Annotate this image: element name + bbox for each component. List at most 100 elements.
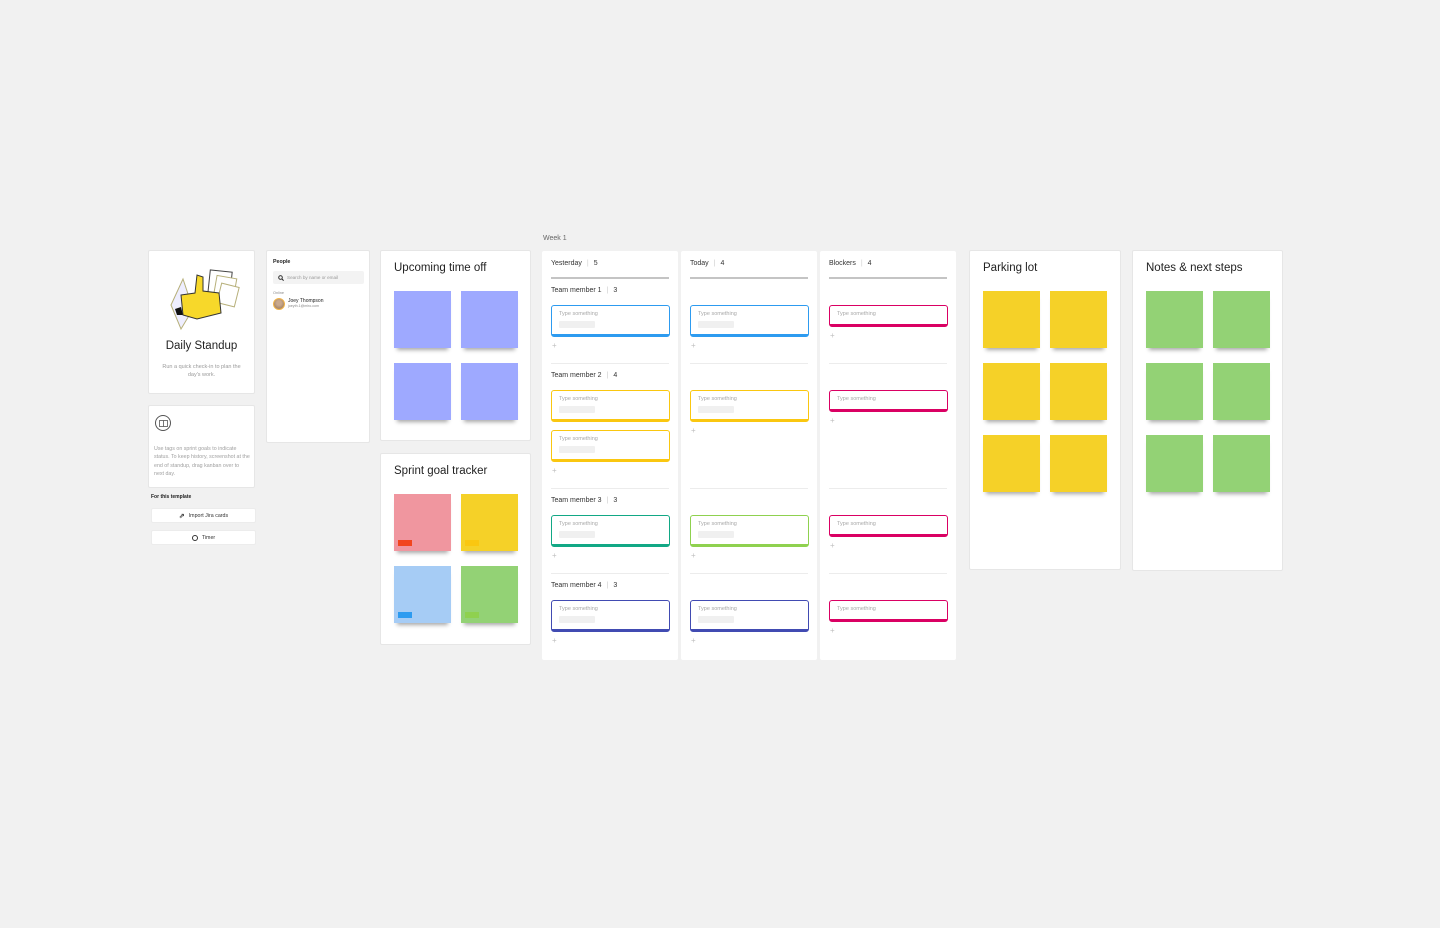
sticky-note[interactable] xyxy=(1146,363,1203,420)
jira-icon: ⇗ xyxy=(178,512,185,520)
column-title: Today xyxy=(690,260,709,267)
add-card-icon[interactable]: + xyxy=(552,466,557,475)
people-search-input[interactable]: Search by name or email xyxy=(273,271,364,284)
add-card-icon[interactable]: + xyxy=(552,551,557,560)
sticky-note[interactable] xyxy=(983,435,1040,492)
card-placeholder: Type something xyxy=(698,606,737,612)
add-card-icon[interactable]: + xyxy=(830,331,835,340)
sticky-note[interactable] xyxy=(1213,363,1270,420)
kanban-column-yesterday: Yesterday | 5 Team member 1 | 3 Type something… xyxy=(542,251,678,660)
kanban-card-input[interactable]: Type something xyxy=(829,305,948,327)
sticky-note[interactable] xyxy=(1146,435,1203,492)
separator: | xyxy=(606,287,609,294)
card-placeholder: Type something xyxy=(559,606,598,612)
card-placeholder: Type something xyxy=(837,521,876,527)
kanban-card-input[interactable]: Type something xyxy=(551,390,670,422)
sticky-note[interactable] xyxy=(461,566,518,623)
sticky-note[interactable] xyxy=(394,363,451,420)
for-this-template-heading: For this template xyxy=(151,494,192,500)
kanban-card-input[interactable]: Type something xyxy=(829,390,948,412)
kanban-card-input[interactable]: Type something xyxy=(690,305,809,337)
kanban-card-input[interactable]: Type something xyxy=(551,430,670,462)
card-tag-placeholder xyxy=(559,406,595,413)
card-placeholder: Type something xyxy=(559,521,598,527)
add-card-icon[interactable]: + xyxy=(691,426,696,435)
kanban-card-input[interactable]: Type something xyxy=(690,390,809,422)
kanban-card-input[interactable]: Type something xyxy=(551,600,670,632)
kanban-column-today: Today | 4 Type something + Type something + Typ… xyxy=(681,251,817,660)
timer-icon xyxy=(191,534,198,541)
member-name: Team member 4 xyxy=(551,582,602,589)
kanban-column-blockers: Blockers | 4 Type something + Type something +… xyxy=(820,251,956,660)
add-card-icon[interactable]: + xyxy=(552,636,557,645)
add-card-icon[interactable]: + xyxy=(830,416,835,425)
timer-button[interactable]: Timer xyxy=(151,530,256,545)
kanban-card-input[interactable]: Type something xyxy=(690,600,809,632)
add-card-icon[interactable]: + xyxy=(691,551,696,560)
section-divider xyxy=(551,488,669,489)
import-jira-cards-button[interactable]: ⇗ Import Jira cards xyxy=(151,508,256,523)
separator: | xyxy=(606,372,609,379)
column-count: 5 xyxy=(593,260,598,267)
column-title: Yesterday xyxy=(551,260,582,267)
member-count: 3 xyxy=(613,582,618,589)
sticky-note[interactable] xyxy=(1213,435,1270,492)
person-email: joeyth.1@miro.com xyxy=(288,304,320,309)
sticky-note[interactable] xyxy=(983,291,1040,348)
section-divider xyxy=(829,488,947,489)
sticky-note[interactable] xyxy=(461,494,518,551)
column-title: Blockers xyxy=(829,260,856,267)
add-card-icon[interactable]: + xyxy=(691,341,696,350)
sticky-note[interactable] xyxy=(394,494,451,551)
section-divider xyxy=(690,363,808,364)
member-name: Team member 3 xyxy=(551,497,602,504)
person-item[interactable]: Joey Thompson joeyth.1@miro.com xyxy=(273,298,323,310)
kanban-card-input[interactable]: Type something xyxy=(551,305,670,337)
card-placeholder: Type something xyxy=(559,436,598,442)
member-count: 4 xyxy=(613,372,618,379)
week-label: Week 1 xyxy=(543,235,567,242)
column-header: Today | 4 xyxy=(690,260,808,279)
kanban-card-input[interactable]: Type something xyxy=(829,600,948,622)
sticky-note[interactable] xyxy=(983,363,1040,420)
people-panel: People Search by name or email Online Jo… xyxy=(266,250,370,443)
frame-title: Notes & next steps xyxy=(1146,262,1243,274)
add-card-icon[interactable]: + xyxy=(830,626,835,635)
kanban-card-input[interactable]: Type something xyxy=(690,515,809,547)
template-description: Run a quick check-in to plan the day's w… xyxy=(162,364,241,378)
sticky-note[interactable] xyxy=(1146,291,1203,348)
column-count: 4 xyxy=(720,260,725,267)
team-member-label: Team member 4 | 3 xyxy=(551,582,617,589)
card-tag-placeholder xyxy=(559,616,595,623)
sticky-note[interactable] xyxy=(1213,291,1270,348)
kanban-card-input[interactable]: Type something xyxy=(829,515,948,537)
frame-title: Sprint goal tracker xyxy=(394,465,488,477)
member-count: 3 xyxy=(613,497,618,504)
member-name: Team member 1 xyxy=(551,287,602,294)
card-placeholder: Type something xyxy=(837,396,876,402)
add-card-icon[interactable]: + xyxy=(552,341,557,350)
sticky-note[interactable] xyxy=(1050,291,1107,348)
import-jira-label: Import Jira cards xyxy=(188,512,229,519)
book-icon xyxy=(155,415,171,431)
sticky-note[interactable] xyxy=(394,566,451,623)
card-tag-placeholder xyxy=(698,531,734,538)
sticky-note[interactable] xyxy=(461,363,518,420)
add-card-icon[interactable]: + xyxy=(691,636,696,645)
separator: | xyxy=(713,260,716,267)
kanban-card-input[interactable]: Type something xyxy=(551,515,670,547)
status-tag xyxy=(465,540,479,546)
section-divider xyxy=(829,573,947,574)
sticky-note[interactable] xyxy=(461,291,518,348)
column-header: Yesterday | 5 xyxy=(551,260,669,279)
upcoming-time-off-frame: Upcoming time off xyxy=(380,250,531,441)
add-card-icon[interactable]: + xyxy=(830,541,835,550)
people-heading: People xyxy=(273,259,291,265)
card-tag-placeholder xyxy=(698,616,734,623)
member-name: Team member 2 xyxy=(551,372,602,379)
sticky-note[interactable] xyxy=(1050,363,1107,420)
member-count: 3 xyxy=(613,287,618,294)
sticky-note[interactable] xyxy=(1050,435,1107,492)
section-divider xyxy=(551,363,669,364)
sticky-note[interactable] xyxy=(394,291,451,348)
